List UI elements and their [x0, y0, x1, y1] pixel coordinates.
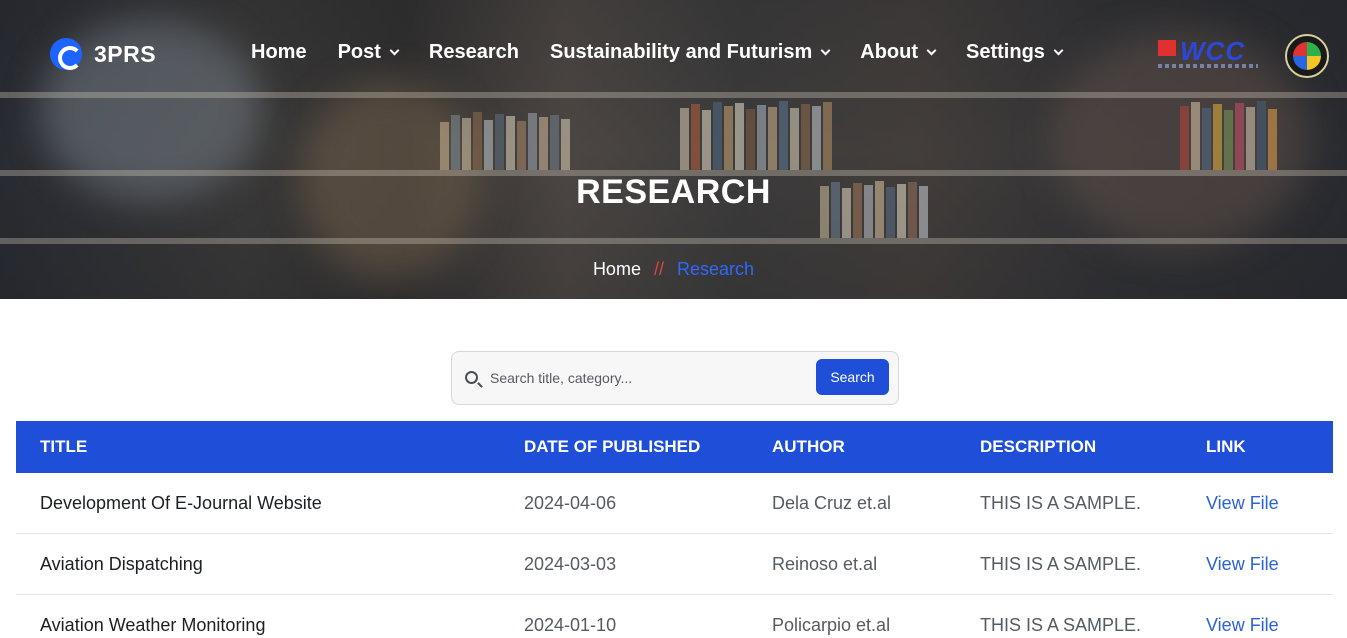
nav-item-sustainability[interactable]: Sustainability and Futurism [549, 41, 831, 64]
wcc-logo-underline [1158, 64, 1258, 68]
chevron-down-icon [820, 45, 831, 55]
cell-date: 2024-03-03 [524, 553, 617, 574]
chevron-down-icon [389, 45, 400, 55]
cell-description: THIS IS A SAMPLE. [980, 614, 1142, 635]
cell-author: Dela Cruz et.al [772, 492, 892, 513]
search-button[interactable]: Search [816, 359, 889, 395]
nav-item-post[interactable]: Post [337, 41, 400, 64]
nav-item-label: Home [251, 41, 307, 63]
brand-name: 3PRS [94, 40, 157, 67]
cell-description: THIS IS A SAMPLE. [980, 553, 1142, 574]
table-header: TITLE DATE OF PUBLISHED AUTHOR DESCRIPTI… [16, 421, 1333, 473]
cell-description: THIS IS A SAMPLE. [980, 492, 1142, 513]
chevron-down-icon [1053, 45, 1064, 55]
cell-title: Aviation Dispatching [40, 553, 203, 574]
nav-item-about[interactable]: About [860, 41, 937, 64]
breadcrumb-separator: // [653, 259, 664, 279]
breadcrumb-current: Research [677, 259, 755, 279]
brand[interactable]: 3PRS [50, 38, 156, 70]
wcc-mark-icon [1158, 40, 1176, 56]
top-navigation: 3PRS Home Post Research Sustainability a… [0, 0, 1347, 110]
nav-item-home[interactable]: Home [251, 41, 307, 64]
view-file-link[interactable]: View File [1206, 554, 1279, 575]
cell-date: 2024-01-10 [524, 614, 617, 635]
breadcrumb-home[interactable]: Home [593, 259, 641, 279]
cell-author: Policarpio et.al [772, 614, 891, 635]
shelf [0, 238, 1347, 244]
column-header-author: AUTHOR [772, 437, 845, 456]
books [440, 110, 570, 170]
column-header-link: LINK [1206, 437, 1246, 456]
search-icon [465, 371, 478, 384]
nav-item-label: Settings [966, 41, 1045, 63]
search-input[interactable] [490, 364, 810, 392]
nav-item-label: Research [428, 41, 519, 63]
wcc-logo-text: WCC [1180, 36, 1246, 66]
nav-item-settings[interactable]: Settings [966, 41, 1064, 64]
books [1180, 100, 1277, 170]
table-row: Aviation Weather Monitoring 2024-01-10 P… [16, 595, 1333, 638]
cell-date: 2024-04-06 [524, 492, 617, 513]
table-row: Development Of E-Journal Website 2024-04… [16, 473, 1333, 534]
chevron-down-icon [926, 45, 937, 55]
main-menu: Home Post Research Sustainability and Fu… [251, 41, 1093, 64]
page-title: RESEARCH [576, 173, 771, 211]
column-header-title: TITLE [40, 437, 88, 456]
view-file-link[interactable]: View File [1206, 493, 1279, 514]
breadcrumb: Home // Research [0, 259, 1347, 280]
cell-author: Reinoso et.al [772, 553, 878, 574]
column-header-description: DESCRIPTION [980, 437, 1097, 456]
column-header-date: DATE OF PUBLISHED [524, 437, 701, 456]
view-file-link[interactable]: View File [1206, 615, 1279, 636]
table-row: Aviation Dispatching 2024-03-03 Reinoso … [16, 534, 1333, 595]
cell-title: Aviation Weather Monitoring [40, 614, 266, 635]
brand-logo-icon [50, 38, 82, 70]
wcc-logo: WCC [1158, 36, 1258, 76]
nav-item-research[interactable]: Research [429, 41, 519, 64]
nav-item-label: Post [337, 41, 381, 63]
institution-seal-icon [1285, 34, 1329, 78]
cell-title: Development Of E-Journal Website [40, 492, 322, 513]
nav-item-label: About [860, 41, 919, 63]
research-table: TITLE DATE OF PUBLISHED AUTHOR DESCRIPTI… [16, 421, 1333, 638]
search-bar: Search [451, 351, 899, 405]
nav-item-label: Sustainability and Futurism [549, 41, 813, 63]
books [680, 100, 832, 170]
